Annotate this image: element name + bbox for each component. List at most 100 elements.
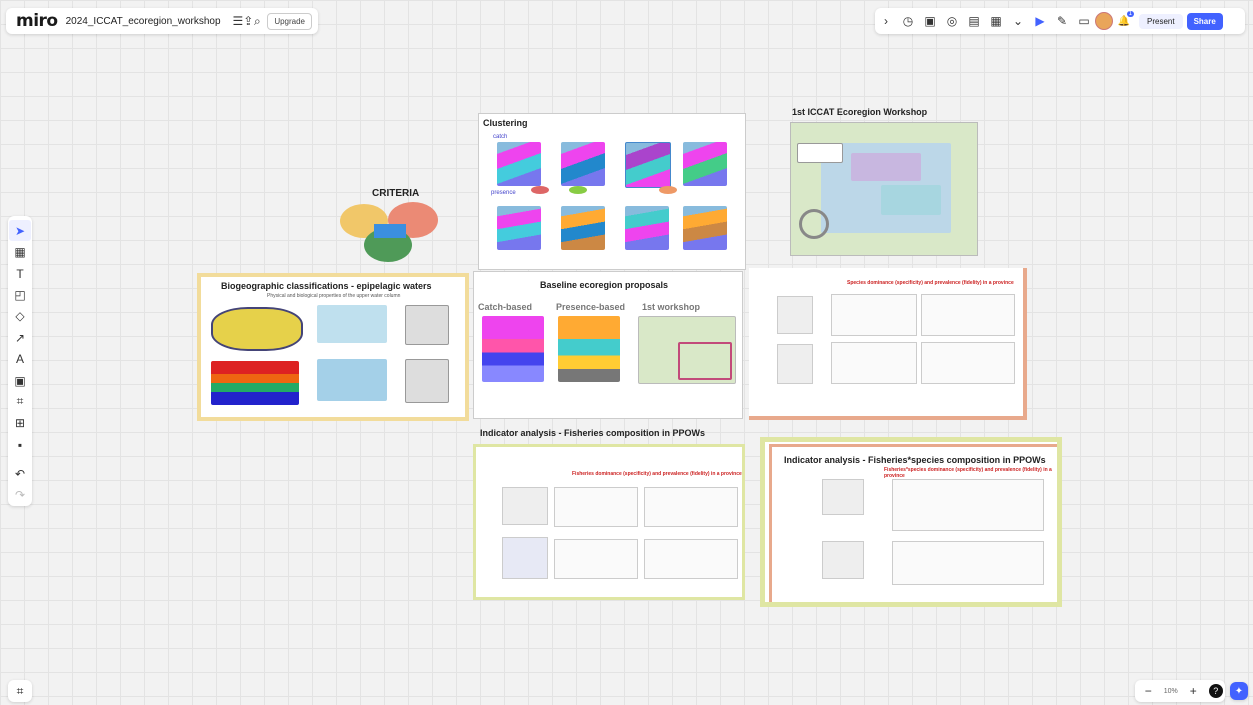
select-mode-icon[interactable]: ▶	[1029, 10, 1051, 32]
baseline-frame[interactable]: Baseline ecoregion proposals Catch-based…	[473, 271, 743, 419]
species-chart	[921, 294, 1015, 336]
biogeo-frame[interactable]: Biogeographic classifications - epipelag…	[197, 273, 469, 421]
sticky-note-icon[interactable]: ◰	[9, 284, 31, 305]
catch-based-map	[482, 316, 544, 382]
cluster-map	[497, 142, 541, 186]
present-button[interactable]: Present	[1139, 13, 1183, 29]
fish-species-map	[822, 541, 864, 579]
more-icon[interactable]: ⌄	[1007, 10, 1029, 32]
ecoregion-polygon	[851, 153, 921, 181]
baseline-title: Baseline ecoregion proposals	[540, 280, 669, 290]
fisheries-frame[interactable]: Fisheries dominance (specificity) and pr…	[473, 444, 745, 600]
cluster-map	[625, 206, 669, 250]
atlantic-map	[405, 305, 449, 345]
fisheries-chart	[644, 487, 738, 527]
presence-based-label: Presence-based	[556, 302, 626, 312]
species-chart	[831, 342, 917, 384]
share-button[interactable]: Share	[1186, 12, 1223, 30]
fisheries-map	[502, 537, 548, 579]
biogeo-subtitle: Physical and biological properties of th…	[267, 293, 401, 299]
species-chart	[831, 294, 917, 336]
undo-icon[interactable]: ↶	[9, 463, 31, 484]
timer-icon[interactable]: ◷	[897, 10, 919, 32]
redo-icon[interactable]: ↷	[9, 485, 31, 506]
top-right-toolbar: › ◷ ▣ ◎ ▤ ▦ ⌄ ▶ ✎ ▭ 🔔 1 Present Share	[875, 8, 1245, 34]
notification-bell: 🔔	[1117, 15, 1131, 27]
fish-species-red-title: Fisheries*species dominance (specificity…	[884, 467, 1052, 479]
fish-species-chart	[892, 541, 1044, 585]
pen-icon[interactable]: A	[9, 348, 31, 369]
biogeo-title: Biogeographic classifications - epipelag…	[221, 281, 432, 291]
criteria-venn[interactable]	[340, 200, 440, 266]
cluster-map	[561, 206, 605, 250]
zoom-level[interactable]: 10%	[1164, 688, 1178, 695]
catch-based-label: Catch-based	[478, 302, 533, 312]
clustering-frame[interactable]: Clustering catch presence	[478, 113, 746, 270]
bell-icon[interactable]: 🔔 1	[1113, 10, 1135, 32]
fish-species-title: Indicator analysis - Fisheries*species c…	[784, 455, 1046, 465]
upload-icon[interactable]: ⊞	[9, 413, 31, 434]
criteria-title: CRITERIA	[372, 188, 420, 199]
ai-sparkle-icon: ✦	[1234, 685, 1244, 697]
cursor-icon[interactable]: ➤	[9, 220, 31, 242]
text-icon[interactable]: T	[9, 263, 31, 284]
cluster-map	[561, 142, 605, 186]
fish-species-chart	[892, 479, 1044, 531]
map-legend-box	[797, 143, 843, 163]
frames-panel-button[interactable]: ⌗	[8, 680, 32, 702]
first-workshop-label: 1st workshop	[642, 302, 701, 312]
fish-species-inner: Indicator analysis - Fisheries*species c…	[769, 444, 1057, 602]
workshop-map-frame[interactable]	[790, 122, 978, 256]
connector-icon[interactable]: ↗	[9, 327, 31, 348]
frames-icon[interactable]: ▤	[963, 10, 985, 32]
export-icon[interactable]: ⇪	[243, 10, 253, 32]
miro-logo[interactable]: miro	[16, 11, 58, 31]
ai-assist-button[interactable]: ✦	[1230, 682, 1248, 700]
cycle-logo	[799, 209, 829, 239]
world-map-heat	[211, 361, 299, 405]
avatar[interactable]	[1095, 12, 1113, 30]
help-icon[interactable]: ?	[1208, 684, 1223, 698]
upgrade-button[interactable]: Upgrade	[267, 12, 312, 30]
species-frame[interactable]: Species dominance (specificity) and prev…	[749, 268, 1027, 420]
fisheries-red-title: Fisheries dominance (specificity) and pr…	[572, 471, 742, 477]
venn-center	[374, 224, 406, 238]
table-icon[interactable]: ▦	[9, 241, 31, 262]
species-chart	[921, 342, 1015, 384]
vote-icon[interactable]: ▣	[919, 10, 941, 32]
zoom-out-icon[interactable]: −	[1137, 680, 1159, 702]
fisheries-map	[502, 487, 548, 525]
fish-species-frame[interactable]: Indicator analysis - Fisheries*species c…	[760, 437, 1062, 607]
shapes-icon[interactable]: ◇	[9, 306, 31, 327]
workshop-outline	[678, 342, 732, 380]
more-tools-icon[interactable]: ▪	[9, 434, 31, 455]
board-name[interactable]: 2024_ICCAT_ecoregion_workshop	[66, 16, 221, 27]
notes-icon[interactable]: ▦	[985, 10, 1007, 32]
presence-label: presence	[491, 190, 516, 196]
expand-icon[interactable]: ›	[875, 10, 897, 32]
fisheries-chart	[554, 539, 638, 579]
species-red-title: Species dominance (specificity) and prev…	[847, 280, 1014, 286]
reactions-icon[interactable]: ✎	[1051, 10, 1073, 32]
fisheries-chart	[644, 539, 738, 579]
catch-label: catch	[493, 134, 508, 140]
ecoregion-polygon	[881, 185, 941, 215]
species-map	[777, 296, 813, 334]
focus-icon[interactable]: ◎	[941, 10, 963, 32]
comment-icon[interactable]: ▭	[1073, 10, 1095, 32]
left-toolbar: ➤ ▦ T ◰ ◇ ↗ A ▣ ⌗ ⊞ ▪ ↶ ↷	[8, 216, 32, 506]
cluster-map	[625, 142, 671, 188]
search-icon[interactable]: ⌕	[253, 10, 261, 32]
top-left-toolbar: miro 2024_ICCAT_ecoregion_workshop ☰ ⇪ ⌕…	[6, 8, 318, 34]
zoom-in-icon[interactable]: +	[1182, 680, 1204, 702]
frame-icon[interactable]: ⌗	[9, 391, 31, 412]
species-map	[777, 344, 813, 384]
cluster-legend-blob	[531, 186, 549, 194]
fisheries-title: Indicator analysis - Fisheries compositi…	[480, 428, 706, 438]
frames-list-icon: ⌗	[16, 683, 24, 698]
menu-icon[interactable]: ☰	[233, 10, 244, 32]
cluster-map	[683, 206, 727, 250]
world-map-blue	[317, 359, 387, 401]
card-icon[interactable]: ▣	[9, 370, 31, 391]
clustering-title: Clustering	[483, 118, 528, 128]
